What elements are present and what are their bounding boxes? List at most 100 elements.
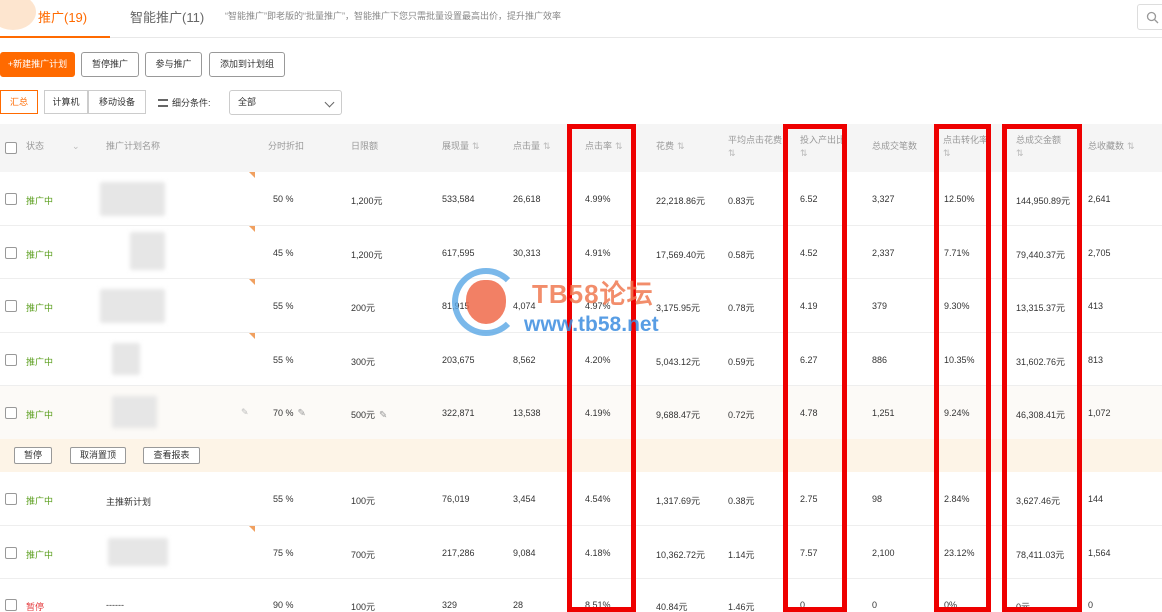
sort-icon: ⇅ [543, 141, 551, 151]
plan-name-blurred[interactable] [112, 343, 140, 375]
favorites-cell: 413 [1088, 301, 1104, 311]
status-text: 推广中 [26, 550, 54, 560]
segment-computer[interactable]: 计算机 [44, 90, 88, 114]
highlight-box-ctr [567, 124, 636, 612]
status-text: 暂停 [26, 602, 45, 612]
filter-select[interactable]: 全部 [229, 90, 342, 115]
sort-icon: ⇅ [728, 148, 736, 158]
clicks-cell: 4,074 [513, 301, 536, 311]
impressions-cell: 329 [442, 600, 458, 610]
tab-promotion-label: 推广(19) [38, 10, 88, 25]
plan-name[interactable]: 主推新计划 [106, 495, 151, 508]
row-checkbox[interactable] [5, 547, 17, 559]
add-to-group-button[interactable]: 添加到计划组 [209, 52, 285, 77]
impressions-cell: 322,871 [442, 408, 475, 418]
select-all-checkbox[interactable] [5, 142, 17, 154]
orders-cell: 2,100 [872, 548, 895, 558]
col-spend[interactable]: 花费 ⇅ [656, 140, 685, 153]
col-discount: 分时折扣 [268, 141, 305, 151]
daily-cell: 100元 [351, 496, 376, 506]
spend-cell: 1,317.69元 [656, 496, 701, 506]
edit-icon[interactable]: ✎ [379, 410, 387, 421]
impressions-cell: 76,019 [442, 494, 470, 504]
pause-button[interactable]: 暂停 [14, 447, 52, 464]
status-text: 推广中 [26, 410, 54, 420]
discount-cell: 50 % [273, 194, 294, 204]
clicks-cell: 13,538 [513, 408, 541, 418]
chevron-down-icon [324, 97, 335, 108]
orders-cell: 379 [872, 301, 888, 311]
row-checkbox[interactable] [5, 193, 17, 205]
plan-name-blurred[interactable] [108, 538, 168, 566]
daily-cell: 100元 [351, 602, 376, 612]
daily-cell[interactable]: 500元 ✎ [351, 408, 387, 421]
plan-name-blurred[interactable] [100, 182, 165, 216]
col-avg-cpc[interactable]: 平均点击花费 ⇅ [728, 134, 784, 160]
join-promotion-button[interactable]: 参与推广 [145, 52, 202, 77]
clicks-cell: 3,454 [513, 494, 536, 504]
clicks-cell: 28 [513, 600, 524, 610]
row-checkbox[interactable] [5, 300, 17, 312]
tab-smart-promotion[interactable]: 智能推广(11) [130, 7, 204, 26]
clicks-cell: 30,313 [513, 248, 541, 258]
daily-cell: 1,200元 [351, 250, 383, 260]
list-icon [158, 99, 168, 107]
segment-mobile[interactable]: 移动设备 [88, 90, 146, 114]
plan-name-blurred[interactable] [100, 289, 165, 323]
avg-cpc-cell: 0.38元 [728, 496, 755, 506]
row-checkbox[interactable] [5, 407, 17, 419]
daily-cell: 1,200元 [351, 196, 383, 206]
discount-cell[interactable]: 70 % ✎ [273, 408, 306, 419]
status-text: 推广中 [26, 496, 54, 506]
tab-promotion[interactable]: 推广(19) [0, 0, 110, 38]
chevron-down-icon[interactable]: ⌄ [72, 140, 80, 153]
highlight-box-gmv [1002, 124, 1082, 612]
col-impressions[interactable]: 展现量 ⇅ [442, 140, 480, 153]
orders-cell: 98 [872, 494, 883, 504]
impressions-cell: 203,675 [442, 355, 475, 365]
avg-cpc-cell: 0.58元 [728, 250, 755, 260]
discount-cell: 55 % [273, 355, 294, 365]
edit-icon[interactable]: ✎ [298, 408, 306, 419]
discount-cell: 45 % [273, 248, 294, 258]
impressions-cell: 617,595 [442, 248, 475, 258]
row-checkbox[interactable] [5, 354, 17, 366]
col-clicks[interactable]: 点击量 ⇅ [513, 140, 551, 153]
favorites-cell: 2,705 [1088, 248, 1111, 258]
status-text: 推广中 [26, 357, 54, 367]
daily-cell: 200元 [351, 303, 376, 313]
view-report-button[interactable]: 查看报表 [143, 447, 200, 464]
row-checkbox[interactable] [5, 247, 17, 259]
spend-cell: 3,175.95元 [656, 303, 701, 313]
top-tabs: 推广(19) 智能推广(11) “智能推广”即老版的“批量推广”，智能推广下您只… [0, 0, 1162, 38]
avg-cpc-cell: 0.83元 [728, 196, 755, 206]
plan-name-blurred[interactable] [112, 396, 157, 428]
discount-cell: 75 % [273, 548, 294, 558]
col-favorites[interactable]: 总收藏数 ⇅ [1088, 140, 1135, 153]
pause-promotion-button[interactable]: 暂停推广 [81, 52, 139, 77]
row-checkbox[interactable] [5, 493, 17, 505]
discount-cell: 90 % [273, 600, 294, 610]
spend-cell: 5,043.12元 [656, 357, 701, 367]
unpin-button[interactable]: 取消置顶 [70, 447, 126, 464]
clicks-cell: 9,084 [513, 548, 536, 558]
col-daily: 日限额 [351, 141, 379, 151]
segment-summary[interactable]: 汇总 [0, 90, 38, 114]
favorites-cell: 813 [1088, 355, 1104, 365]
favorites-cell: 2,641 [1088, 194, 1111, 204]
daily-cell: 700元 [351, 550, 376, 560]
favorites-cell: 144 [1088, 494, 1104, 504]
search-button[interactable] [1137, 4, 1162, 30]
new-plan-button[interactable]: +新建推广计划 [0, 52, 75, 77]
status-text: 推广中 [26, 303, 54, 313]
row-checkbox[interactable] [5, 599, 17, 611]
edit-icon[interactable]: ✎ [241, 407, 249, 418]
orders-cell: 2,337 [872, 248, 895, 258]
plan-name[interactable]: ------ [106, 600, 124, 610]
favorites-cell: 0 [1088, 600, 1094, 610]
orders-cell: 1,251 [872, 408, 895, 418]
corner-marker [249, 226, 255, 232]
orders-cell: 3,327 [872, 194, 895, 204]
spend-cell: 17,569.40元 [656, 250, 706, 260]
plan-name-blurred[interactable] [130, 232, 165, 270]
